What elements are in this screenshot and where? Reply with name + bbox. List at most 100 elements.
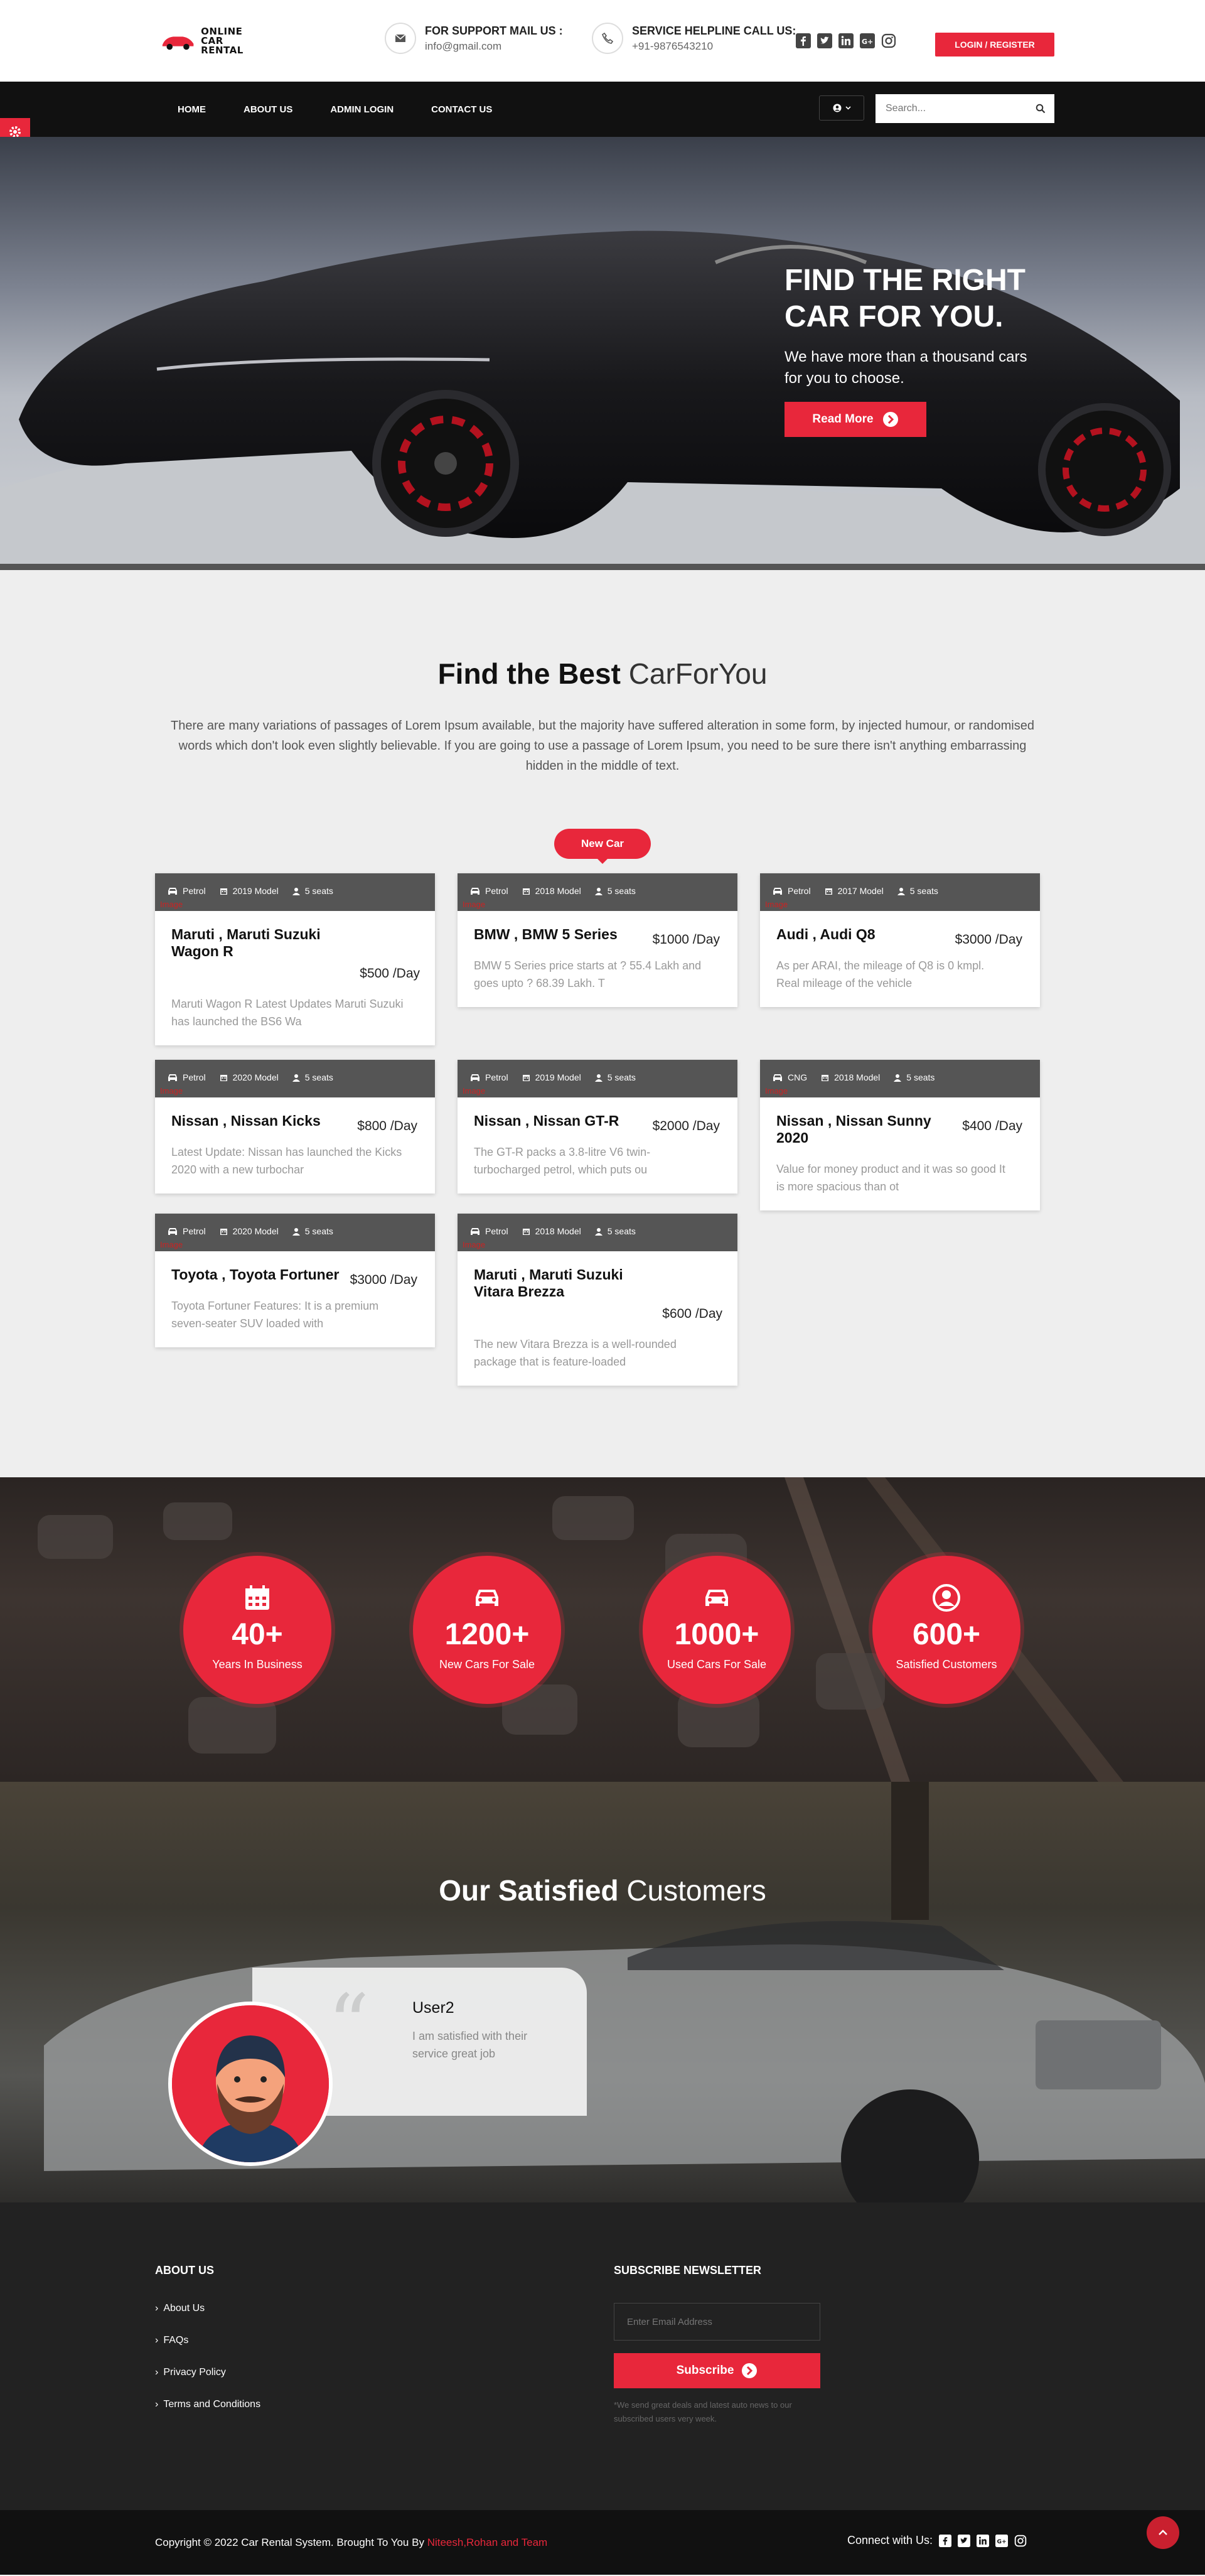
helpline-number[interactable]: +91-9876543210 [632,40,796,53]
stat-number: 40+ [232,1618,283,1651]
fuel-tag: CNG [773,1072,807,1082]
car-icon [168,1074,178,1082]
stat-number: 600+ [912,1618,981,1651]
instagram-icon[interactable] [881,33,897,49]
search-input[interactable] [876,94,1054,123]
car-card[interactable]: Petrol 2020 Model 5 seats Image Nissan , Nis… [155,1060,435,1194]
model-year: 2017 Model [837,886,884,896]
model-year: 2018 Model [834,1072,881,1082]
helpline: SERVICE HELPLINE CALL US: +91-9876543210 [592,23,796,54]
google-plus-icon[interactable]: G+ [995,2534,1009,2547]
support-email[interactable]: info@gmail.com [425,40,563,53]
nav-admin-login[interactable]: ADMIN LOGIN [330,104,394,115]
linkedin-icon[interactable] [838,33,854,49]
model-tag: 2020 Model [220,1072,279,1082]
listing-description: There are many variations of passages of… [171,719,1034,773]
fuel-type: Petrol [485,886,508,896]
car-name[interactable]: Nissan , Nissan GT-R [474,1113,662,1129]
car-icon [470,1227,480,1236]
user-menu-button[interactable] [819,95,864,121]
footer-link-terms[interactable]: Terms and Conditions [155,2399,260,2410]
seats-tag: 5 seats [292,1072,333,1082]
car-card[interactable]: Petrol 2018 Model 5 seats Image BMW , BMW 5 … [458,873,737,1007]
footer-link-privacy-policy[interactable]: Privacy Policy [155,2367,260,2378]
car-card[interactable]: Petrol 2017 Model 5 seats Image Audi , Audi … [760,873,1040,1007]
car-name[interactable]: Maruti , Maruti Suzuki Wagon R [171,926,360,960]
hero-subtitle: We have more than a thousand cars for yo… [785,348,1027,387]
chevron-down-icon [845,106,851,110]
car-card[interactable]: CNG 2018 Model 5 seats Image Nissan , Nissan… [760,1060,1040,1210]
car-name[interactable]: Nissan , Nissan Kicks [171,1113,360,1129]
nav-about-us[interactable]: ABOUT US [244,104,292,115]
car-name[interactable]: BMW , BMW 5 Series [474,926,662,943]
fuel-tag: Petrol [168,1226,206,1236]
seats-tag: 5 seats [292,1226,333,1236]
car-name[interactable]: Toyota , Toyota Fortuner [171,1266,360,1283]
facebook-icon[interactable] [939,2534,952,2547]
login-register-button[interactable]: LOGIN / REGISTER [935,33,1054,57]
card-image-area[interactable]: Petrol 2020 Model 5 seats Image [155,1214,435,1251]
card-image-area[interactable]: Petrol 2020 Model 5 seats Image [155,1060,435,1097]
twitter-icon[interactable] [817,33,833,49]
car-price: $800 /Day [357,1119,417,1133]
fuel-tag: Petrol [470,1072,508,1082]
car-name[interactable]: Nissan , Nissan Sunny 2020 [776,1113,965,1146]
scroll-to-top-button[interactable] [1147,2516,1179,2549]
fuel-tag: Petrol [470,1226,508,1236]
customers-title: Our Satisfied Customers [0,1873,1205,1907]
car-card[interactable]: Petrol 2019 Model 5 seats Image Maruti , Mar… [155,873,435,1045]
car-card[interactable]: Petrol 2018 Model 5 seats Image Maruti , Mar… [458,1214,737,1386]
site-logo[interactable]: ONLINE CAR RENTAL [160,22,267,60]
car-description: The new Vitara Brezza is a well-rounded … [474,1338,677,1368]
car-card[interactable]: Petrol 2019 Model 5 seats Image Nissan , Nis… [458,1060,737,1194]
stat-number: 1200+ [444,1618,530,1651]
email-field[interactable] [614,2304,820,2340]
search-icon[interactable] [1036,104,1046,114]
model-tag: 2018 Model [522,1226,581,1236]
car-price: $1000 /Day [652,932,720,947]
car-card[interactable]: Petrol 2020 Model 5 seats Image Toyota , Toy… [155,1214,435,1347]
card-image-area[interactable]: Petrol 2018 Model 5 seats Image [458,873,737,911]
facebook-icon[interactable] [795,33,811,49]
instagram-icon[interactable] [1014,2535,1027,2547]
broken-image-alt: Image [463,1240,486,1249]
nav-contact-us[interactable]: CONTACT US [431,104,492,115]
card-image-area[interactable]: Petrol 2018 Model 5 seats Image [458,1214,737,1251]
tab-new-car[interactable]: New Car [554,829,651,864]
card-image-area[interactable]: CNG 2018 Model 5 seats Image [760,1060,1040,1097]
avatar [168,2002,333,2166]
car-price: $3000 /Day [955,932,1022,947]
footer-link-faqs[interactable]: FAQs [155,2335,260,2346]
fuel-tag: Petrol [168,1072,206,1082]
calendar-icon [821,1074,829,1082]
seats-tag: 5 seats [897,886,938,896]
car-description: The GT-R packs a 3.8-litre V6 twin-turbo… [474,1146,651,1176]
twitter-icon[interactable] [958,2534,971,2547]
subscribe-button[interactable]: Subscribe [614,2353,820,2388]
card-tags: CNG 2018 Model 5 seats [773,1072,935,1082]
car-name[interactable]: Audi , Audi Q8 [776,926,965,943]
model-year: 2018 Model [535,886,581,896]
calendar-icon [522,887,530,895]
car-icon [168,887,178,895]
user-icon [292,1074,300,1082]
copyright-authors[interactable]: Niteesh,Rohan and Team [427,2536,548,2548]
card-image-area[interactable]: Petrol 2019 Model 5 seats Image [458,1060,737,1097]
svg-text:G+: G+ [997,2538,1007,2545]
card-image-area[interactable]: Petrol 2019 Model 5 seats Image [155,873,435,911]
footer: ABOUT US About Us FAQs Privacy Policy Te… [0,2202,1205,2510]
card-image-area[interactable]: Petrol 2017 Model 5 seats Image [760,873,1040,911]
read-more-button[interactable]: Read More [785,402,926,437]
footer-link-about-us[interactable]: About Us [155,2303,260,2314]
card-body: Nissan , Nissan Sunny 2020 $400 /Day Value… [760,1097,1040,1210]
linkedin-icon[interactable] [977,2534,990,2547]
google-plus-icon[interactable]: G+ [859,33,876,49]
car-name[interactable]: Maruti , Maruti Suzuki Vitara Brezza [474,1266,662,1300]
fuel-tag: Petrol [773,886,811,896]
nav-home[interactable]: HOME [178,104,206,115]
card-tags: Petrol 2019 Model 5 seats [168,886,333,896]
user-icon [594,887,602,895]
top-header: ONLINE CAR RENTAL FOR SUPPORT MAIL US : … [0,0,1205,82]
support-mail: FOR SUPPORT MAIL US : info@gmail.com [385,23,563,54]
card-tags: Petrol 2020 Model 5 seats [168,1072,333,1082]
